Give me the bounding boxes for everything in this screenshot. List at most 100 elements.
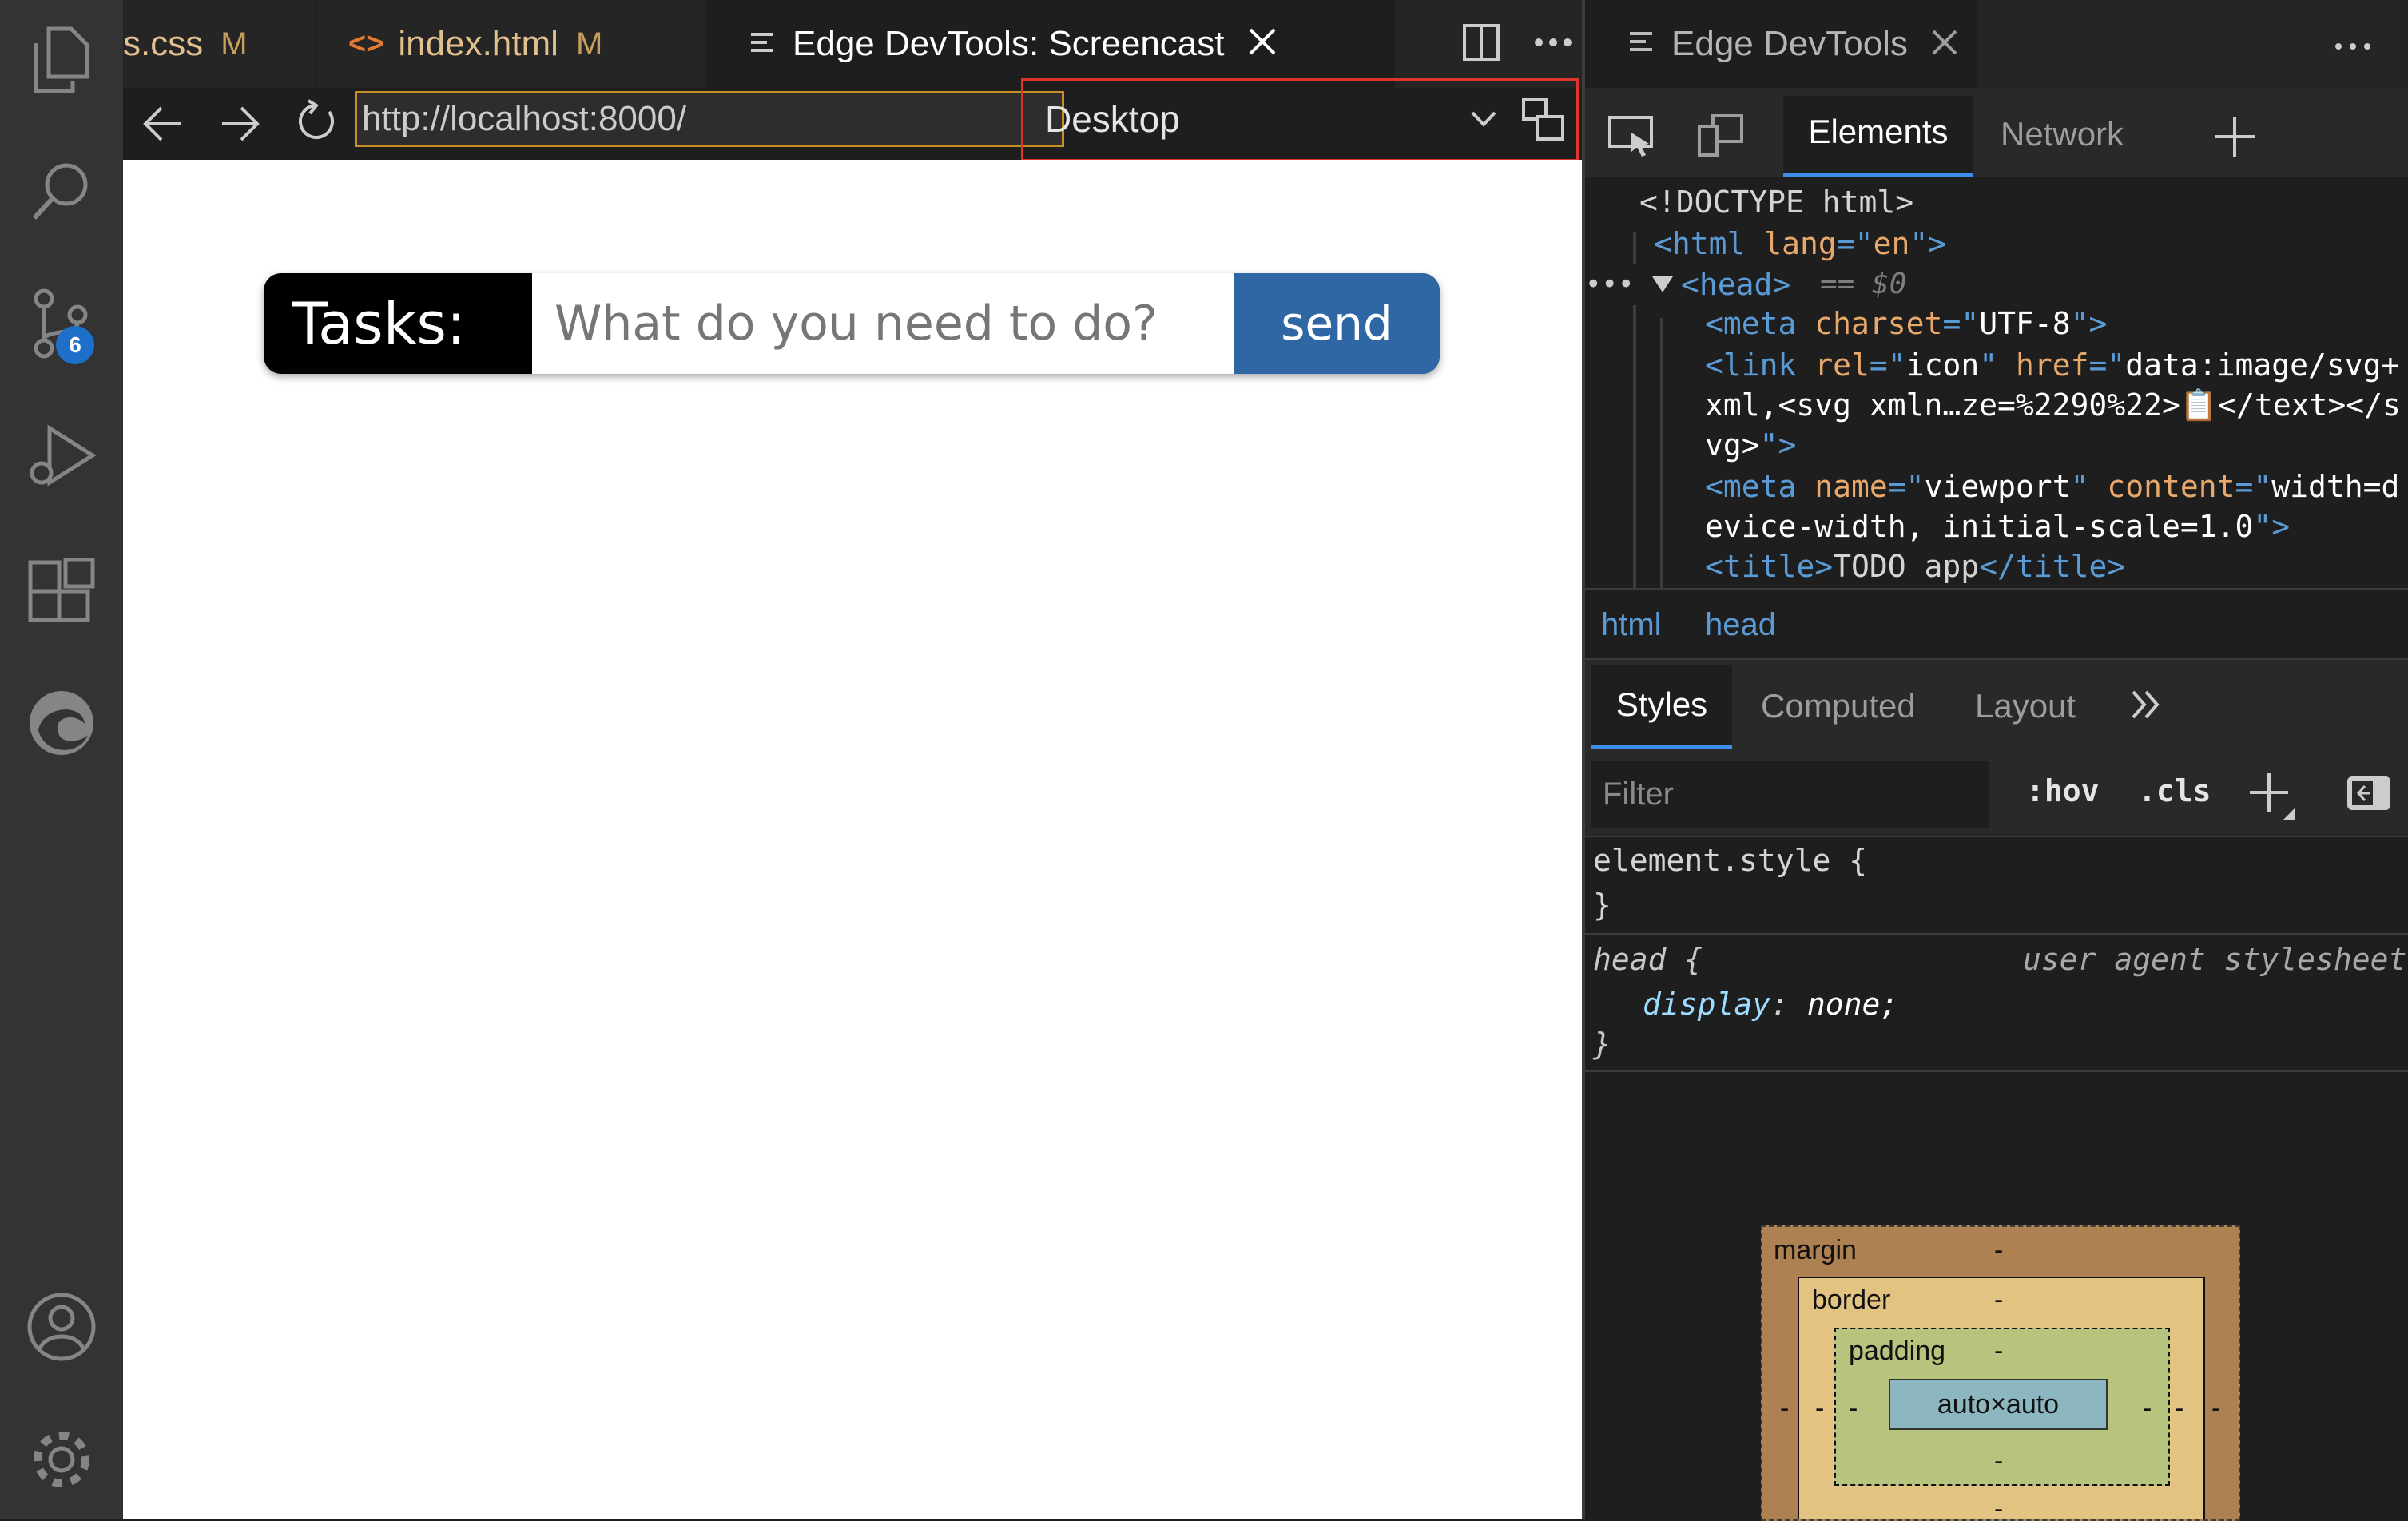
rule-close: } bbox=[1593, 888, 1611, 923]
close-icon[interactable] bbox=[1249, 24, 1276, 64]
expand-triangle-icon[interactable] bbox=[1652, 276, 1673, 298]
rule-close: } bbox=[1593, 1027, 1611, 1062]
tab-screencast[interactable]: Edge DevTools: Screencast bbox=[705, 0, 1395, 88]
rule-selector[interactable]: element.style { bbox=[1593, 840, 1867, 880]
dom-line-meta-viewport[interactable]: <meta name="viewport" content="width=d bbox=[1705, 467, 2399, 506]
gear-icon[interactable] bbox=[0, 1400, 123, 1519]
hov-toggle[interactable]: :hov bbox=[2026, 773, 2100, 808]
box-padding-right: - bbox=[2143, 1393, 2152, 1424]
more-actions-icon[interactable] bbox=[2334, 40, 2371, 54]
modified-badge: M bbox=[221, 26, 248, 62]
box-model-padding[interactable]: padding - - - - auto×auto bbox=[1834, 1328, 2170, 1486]
tab-edge-devtools[interactable]: Edge DevTools bbox=[1585, 0, 1977, 88]
cls-toggle[interactable]: .cls bbox=[2138, 773, 2211, 808]
html-file-icon: <> bbox=[348, 26, 384, 61]
breadcrumb-head[interactable]: head bbox=[1705, 607, 1776, 643]
dom-line-html[interactable]: <html lang="en"> bbox=[1654, 224, 1946, 264]
dom-line-doctype[interactable]: <!DOCTYPE html> bbox=[1639, 182, 1913, 222]
rule-selector[interactable]: head { bbox=[1593, 939, 1703, 979]
inspect-icon[interactable] bbox=[1607, 115, 1655, 162]
tasks-label: Tasks: bbox=[292, 290, 467, 357]
dom-tree: <!DOCTYPE html> <html lang="en"> ••• <he… bbox=[1585, 177, 2408, 588]
account-icon[interactable] bbox=[0, 1267, 123, 1387]
filter-input[interactable]: Filter bbox=[1591, 760, 1989, 828]
send-button[interactable]: send bbox=[1234, 273, 1440, 374]
dom-ellipsis-icon[interactable]: ••• bbox=[1585, 264, 1634, 305]
device-toolbar-icon[interactable] bbox=[1697, 113, 1745, 162]
box-padding-bottom: - bbox=[1994, 1446, 2004, 1476]
run-debug-icon[interactable] bbox=[0, 396, 123, 516]
device-emulation-icon[interactable] bbox=[1521, 97, 1566, 146]
tab-styles-label: Styles bbox=[1615, 685, 1708, 723]
breadcrumb: html head bbox=[1585, 590, 2408, 660]
dom-line-link-cont[interactable]: xml,<svg xmln…ze=%2290%22>📋</text></s bbox=[1705, 385, 2401, 425]
box-model-border[interactable]: border - - - - padding - - - - auto×auto bbox=[1798, 1277, 2205, 1521]
head-tag: <head> bbox=[1681, 267, 1791, 302]
edge-devtools-icon[interactable] bbox=[0, 663, 123, 783]
tab-network[interactable]: Network bbox=[2001, 115, 2124, 153]
box-border-top: - bbox=[1994, 1285, 2004, 1315]
dom-line-title[interactable]: <title>TODO app</title> bbox=[1705, 546, 2125, 586]
search-icon[interactable] bbox=[0, 131, 123, 251]
source-control-badge: 6 bbox=[56, 326, 94, 364]
tree-guide bbox=[1660, 318, 1663, 588]
close-icon[interactable] bbox=[1932, 30, 1957, 59]
box-padding-top: - bbox=[1994, 1336, 2004, 1366]
devtools-toolbar: Elements Network bbox=[1585, 88, 2408, 177]
devtools-title: Edge DevTools bbox=[1671, 24, 1908, 63]
forward-icon[interactable] bbox=[219, 104, 260, 148]
rule-source[interactable]: user agent stylesheet bbox=[2023, 939, 2406, 979]
split-editor-icon[interactable] bbox=[1462, 23, 1500, 66]
tab-styles-css[interactable]: s.css M bbox=[123, 0, 315, 88]
filter-bar: Filter :hov .cls bbox=[1585, 749, 2408, 837]
box-margin-top: - bbox=[1994, 1235, 2004, 1265]
task-input[interactable]: What do you need to do? bbox=[532, 273, 1256, 374]
new-style-rule-icon[interactable] bbox=[2248, 772, 2296, 824]
add-tab-icon[interactable] bbox=[2213, 115, 2256, 162]
tab-computed[interactable]: Computed bbox=[1761, 687, 1916, 725]
back-icon[interactable] bbox=[142, 104, 184, 148]
dom-line-link[interactable]: <link rel="icon" href="data:image/svg+ bbox=[1705, 345, 2399, 385]
box-margin-label: margin bbox=[1774, 1235, 1857, 1265]
todo-form: Tasks: What do you need to do? send bbox=[264, 273, 1440, 374]
box-border-bottom: - bbox=[1994, 1494, 2004, 1521]
reload-icon[interactable] bbox=[294, 99, 339, 148]
divider bbox=[1585, 1070, 2408, 1072]
editor-actions bbox=[1427, 0, 1582, 88]
activity-bar: 6 bbox=[0, 0, 123, 1519]
box-border-label: border bbox=[1812, 1285, 1891, 1315]
more-tabs-icon[interactable] bbox=[2130, 689, 2162, 725]
toggle-sidebar-icon[interactable] bbox=[2346, 775, 2392, 816]
dom-line-head[interactable]: ••• <head> == $0 bbox=[1585, 264, 2408, 305]
tab-label: index.html bbox=[398, 24, 558, 63]
tab-styles[interactable]: Styles bbox=[1591, 665, 1732, 749]
rule-declaration[interactable]: display: none; bbox=[1643, 984, 1898, 1024]
box-border-left: - bbox=[1815, 1393, 1825, 1424]
device-select[interactable]: Desktop bbox=[1045, 91, 1508, 147]
tab-layout[interactable]: Layout bbox=[1975, 687, 2076, 725]
dom-line-link-end[interactable]: vg>"> bbox=[1705, 425, 1796, 465]
breadcrumb-html[interactable]: html bbox=[1601, 607, 1662, 643]
source-control-icon[interactable] bbox=[0, 264, 123, 383]
box-margin-right: - bbox=[2211, 1393, 2221, 1424]
tab-label: s.css bbox=[123, 24, 204, 63]
devtools-panel: Edge DevTools Elements Network <!DOCTYPE… bbox=[1582, 0, 2408, 1521]
explorer-icon[interactable] bbox=[0, 0, 123, 120]
box-border-right: - bbox=[2175, 1393, 2184, 1424]
rule-head: head { user agent stylesheet display: no… bbox=[1585, 935, 2408, 1070]
url-input[interactable]: http://localhost:8000/ bbox=[355, 91, 1064, 147]
box-model-margin[interactable]: margin - - - border - - - - padding - - … bbox=[1761, 1225, 2240, 1521]
devtools-tab-bar: Edge DevTools bbox=[1585, 0, 2408, 88]
tab-label: Edge DevTools: Screencast bbox=[793, 24, 1225, 63]
tab-elements[interactable]: Elements bbox=[1783, 96, 1973, 177]
dom-line-meta-charset[interactable]: <meta charset="UTF-8"> bbox=[1705, 304, 2107, 344]
more-actions-icon[interactable] bbox=[1534, 37, 1572, 51]
modified-badge: M bbox=[575, 26, 603, 62]
chevron-down-icon[interactable] bbox=[1470, 110, 1497, 132]
dom-line-viewport-cont[interactable]: evice-width, initial-scale=1.0"> bbox=[1705, 506, 2290, 546]
box-padding-label: padding bbox=[1849, 1336, 1946, 1366]
extensions-icon[interactable] bbox=[0, 532, 123, 652]
tab-index-html[interactable]: <> index.html M bbox=[315, 0, 706, 88]
styles-tab-bar: Styles Computed Layout bbox=[1585, 660, 2408, 749]
box-model-content[interactable]: auto×auto bbox=[1889, 1379, 2108, 1430]
